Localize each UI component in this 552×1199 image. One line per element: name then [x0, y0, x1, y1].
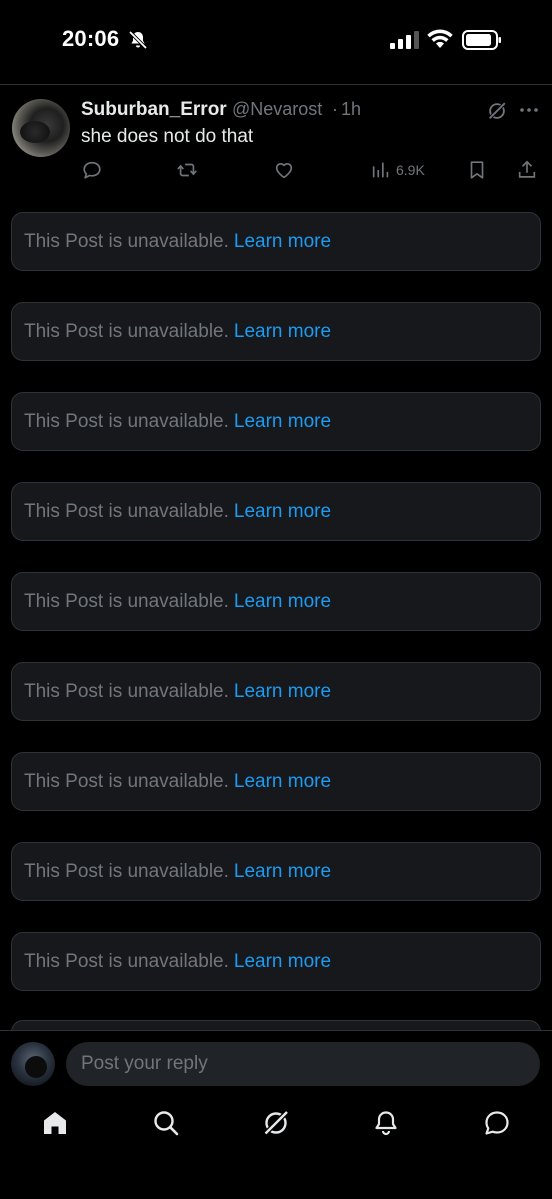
battery-icon: [462, 30, 501, 50]
messages-icon: [485, 1111, 509, 1135]
avatar[interactable]: [11, 1042, 55, 1086]
bookmark-button[interactable]: [466, 158, 488, 182]
unavailable-card: This Post is unavailable. Learn more: [11, 302, 541, 361]
post[interactable]: Suburban_Error @Nevarost · 1h she does n…: [0, 85, 552, 195]
search-icon: [154, 1111, 179, 1136]
unavailable-card: This Post is unavailable. Learn more: [11, 842, 541, 901]
unavailable-card: This Post is unavailable. Learn more: [11, 392, 541, 451]
share-icon: [518, 160, 536, 178]
learn-more-link[interactable]: Learn more: [234, 501, 331, 523]
post-handle[interactable]: @Nevarost: [232, 99, 322, 120]
wifi-icon: [427, 29, 453, 48]
post-time[interactable]: 1h: [341, 99, 361, 120]
learn-more-link[interactable]: Learn more: [234, 321, 331, 343]
unavailable-message: This Post is unavailable.: [24, 410, 229, 432]
tab-notifications[interactable]: [371, 1108, 401, 1138]
bell-off-icon: [128, 30, 148, 50]
learn-more-link[interactable]: Learn more: [234, 591, 331, 613]
like-icon: [275, 163, 293, 179]
retweet-icon: [177, 163, 197, 177]
tab-messages[interactable]: [482, 1108, 512, 1138]
tab-bar: [0, 1096, 552, 1199]
unavailable-message: This Post is unavailable.: [24, 590, 229, 612]
avatar[interactable]: [12, 99, 70, 157]
tab-search[interactable]: [151, 1108, 181, 1138]
learn-more-link[interactable]: Learn more: [234, 861, 331, 883]
tab-home[interactable]: [40, 1108, 70, 1138]
status-time: 20:06: [62, 26, 120, 51]
post-separator: ·: [332, 99, 338, 119]
bookmark-icon: [470, 161, 484, 179]
views-count: 6.9K: [396, 162, 425, 178]
retweet-button[interactable]: [176, 158, 198, 182]
reply-bar: [0, 1030, 552, 1096]
unavailable-message: This Post is unavailable.: [24, 500, 229, 522]
share-button[interactable]: [516, 158, 538, 182]
grok-icon: [262, 1109, 290, 1137]
learn-more-link[interactable]: Learn more: [234, 771, 331, 793]
home-icon: [44, 1112, 66, 1134]
reply-button[interactable]: [81, 158, 103, 182]
unavailable-card: This Post is unavailable. Learn more: [11, 482, 541, 541]
unavailable-message: This Post is unavailable.: [24, 230, 229, 252]
notifications-icon: [375, 1111, 397, 1136]
unavailable-card: This Post is unavailable. Learn more: [11, 662, 541, 721]
learn-more-link[interactable]: Learn more: [234, 231, 331, 253]
unavailable-message: This Post is unavailable.: [24, 770, 229, 792]
learn-more-link[interactable]: Learn more: [234, 681, 331, 703]
unavailable-card: This Post is unavailable. Learn more: [11, 752, 541, 811]
unavailable-message: This Post is unavailable.: [24, 950, 229, 972]
status-bar: 20:06: [0, 0, 552, 84]
post-display-name[interactable]: Suburban_Error: [81, 99, 227, 121]
learn-more-link[interactable]: Learn more: [234, 951, 331, 973]
signal-icon: [390, 31, 419, 49]
tab-grok[interactable]: [261, 1108, 291, 1138]
unavailable-card: This Post is unavailable. Learn more: [11, 932, 541, 991]
unavailable-message: This Post is unavailable.: [24, 320, 229, 342]
views-icon: [372, 162, 389, 178]
grok-icon[interactable]: [486, 100, 508, 122]
unavailable-message: This Post is unavailable.: [24, 680, 229, 702]
post-text: she does not do that: [81, 126, 254, 147]
like-button[interactable]: [273, 158, 295, 182]
reply-input[interactable]: [66, 1042, 540, 1086]
more-icon[interactable]: [518, 99, 540, 121]
unavailable-card: This Post is unavailable. Learn more: [11, 212, 541, 271]
views-button[interactable]: 6.9K: [370, 158, 425, 182]
unavailable-card: This Post is unavailable. Learn more: [11, 572, 541, 631]
reply-icon: [83, 161, 101, 179]
unavailable-message: This Post is unavailable.: [24, 860, 229, 882]
learn-more-link[interactable]: Learn more: [234, 411, 331, 433]
